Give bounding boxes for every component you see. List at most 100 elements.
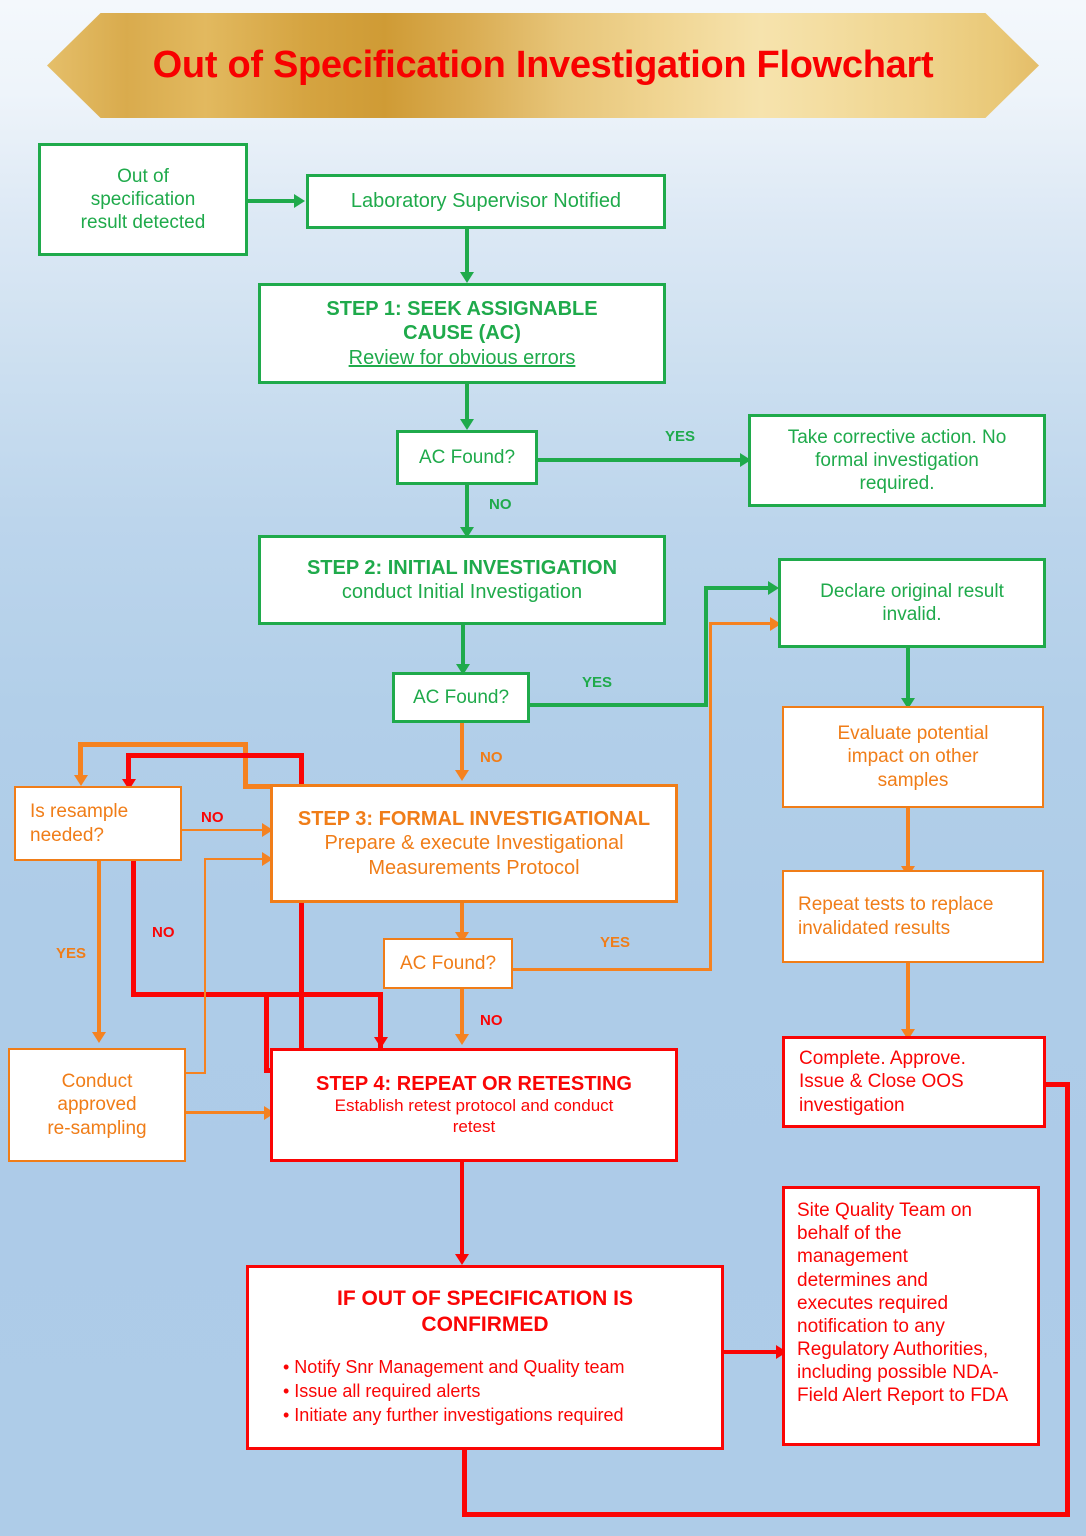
edge-label-no-step2: NO — [480, 749, 503, 766]
connector-start-to-supervisor — [248, 199, 296, 203]
arrowhead-step3-loop-to-resample — [74, 775, 88, 786]
connector-confirmed-bottom-v — [462, 1450, 467, 1517]
arrowhead-supervisor-to-step1 — [460, 272, 474, 283]
arrowhead-step4-to-confirmed — [455, 1254, 469, 1265]
connector-step4-loop-h-top — [126, 753, 304, 758]
connector-resample-no-v — [131, 861, 136, 997]
connector-supervisor-to-step1 — [465, 228, 469, 274]
node-repeat-tests[interactable]: Repeat tests to replace invalidated resu… — [782, 870, 1044, 963]
connector-acfound3-no — [460, 989, 464, 1037]
connector-resample-to-step3-upper — [182, 829, 268, 831]
connector-resampling-to-step3-v — [204, 858, 206, 1074]
oos-bullet-2: • Issue all required alerts — [283, 1381, 481, 1402]
node-evaluate-impact-line3: samples — [877, 769, 949, 791]
node-corrective-action-line1: Take corrective action. No — [787, 426, 1007, 448]
node-is-resample-line2: needed? — [30, 824, 104, 846]
node-conduct-resampling[interactable]: Conduct approved re-sampling — [8, 1048, 186, 1162]
node-start[interactable]: Out of specification result detected — [38, 143, 248, 256]
node-evaluate-impact-line1: Evaluate potential — [837, 723, 989, 745]
node-step3-title: STEP 3: FORMAL INVESTIGATIONAL — [297, 807, 651, 830]
node-oos-confirmed[interactable]: IF OUT OF SPECIFICATION IS CONFIRMED • N… — [246, 1265, 724, 1450]
node-repeat-tests-line2: invalidated results — [798, 917, 951, 939]
arrowhead-start-to-supervisor — [294, 194, 305, 208]
connector-acfound3-yes-h2 — [709, 622, 772, 625]
node-step1-subtitle: Review for obvious errors — [348, 346, 576, 369]
node-step2-title: STEP 2: INITIAL INVESTIGATION — [306, 556, 618, 579]
oos-bullet-3: • Initiate any further investigations re… — [283, 1405, 624, 1426]
node-site-quality-team[interactable]: Site Quality Team on behalf of the manag… — [782, 1186, 1040, 1446]
connector-acfound1-yes — [538, 458, 742, 462]
page-title: Out of Specification Investigation Flowc… — [152, 44, 934, 86]
connector-acfound3-yes-v — [709, 622, 712, 971]
flowchart-canvas: Out of Specification Investigation Flowc… — [0, 0, 1086, 1536]
sqt-line-8: including possible NDA- — [797, 1362, 999, 1384]
sqt-line-7: Regulatory Authorities, — [797, 1339, 989, 1361]
node-step2[interactable]: STEP 2: INITIAL INVESTIGATION conduct In… — [258, 535, 666, 625]
edge-label-yes-step2: YES — [582, 674, 613, 691]
node-repeat-tests-line1: Repeat tests to replace — [798, 894, 994, 916]
arrowhead-resample-no-to-step4 — [374, 1037, 388, 1048]
node-declare-invalid[interactable]: Declare original result invalid. — [778, 558, 1046, 648]
connector-acfound3-yes-h — [509, 968, 712, 971]
arrowhead-acfound2-no — [455, 770, 469, 781]
connector-acfound2-yes-h — [528, 703, 708, 707]
connector-confirmed-bottom-h — [462, 1512, 1070, 1517]
connector-repeat-to-complete — [906, 963, 910, 1033]
connector-step4-loop-v-left — [126, 753, 131, 782]
node-ac-found-2[interactable]: AC Found? — [392, 672, 530, 723]
arrowhead-acfound3-no — [455, 1034, 469, 1045]
edge-label-yes-step1: YES — [665, 428, 696, 445]
connector-resample-no-h — [131, 992, 383, 997]
node-evaluate-impact-line2: impact on other — [847, 746, 979, 768]
connector-declare-to-evaluate — [906, 648, 910, 700]
connector-step3-loop-v-right — [243, 742, 248, 789]
connector-acfound2-no — [460, 723, 464, 774]
connector-step1-to-acfound1 — [465, 384, 469, 420]
edge-label-no-resample-bottom: NO — [152, 924, 175, 941]
connector-step4-to-confirmed — [460, 1162, 464, 1258]
sqt-line-3: management — [797, 1246, 908, 1268]
node-complete-approve-line1: Complete. Approve. — [799, 1048, 966, 1070]
node-step4[interactable]: STEP 4: REPEAT OR RETESTING Establish re… — [270, 1048, 678, 1162]
node-step1-title-line1: STEP 1: SEEK ASSIGNABLE — [326, 297, 598, 320]
node-is-resample-line1: Is resample — [30, 801, 129, 823]
connector-resampling-to-step3-h — [204, 858, 268, 860]
node-ac-found-1-label: AC Found? — [418, 446, 516, 468]
node-oos-confirmed-title-line2: CONFIRMED — [421, 1312, 549, 1336]
node-ac-found-1[interactable]: AC Found? — [396, 430, 538, 485]
sqt-line-1: Site Quality Team on — [797, 1200, 972, 1221]
connector-step3-loop-v-left — [78, 742, 83, 778]
node-complete-approve-line3: investigation — [799, 1094, 905, 1116]
node-step3[interactable]: STEP 3: FORMAL INVESTIGATIONAL Prepare &… — [270, 784, 678, 903]
node-lab-supervisor[interactable]: Laboratory Supervisor Notified — [306, 174, 666, 229]
node-is-resample-needed[interactable]: Is resample needed? — [14, 786, 182, 861]
node-declare-invalid-line2: invalid. — [882, 604, 942, 625]
node-conduct-resampling-line2: approved — [57, 1094, 137, 1116]
connector-resampling-to-step4 — [186, 1111, 268, 1114]
title-banner: Out of Specification Investigation Flowc… — [47, 13, 1039, 118]
node-declare-invalid-line1: Declare original result — [820, 580, 1004, 602]
connector-acfound1-no — [465, 485, 469, 528]
node-ac-found-3[interactable]: AC Found? — [383, 938, 513, 989]
node-corrective-action[interactable]: Take corrective action. No formal invest… — [748, 414, 1046, 507]
edge-label-yes-step3: YES — [600, 934, 631, 951]
node-conduct-resampling-line3: re-sampling — [47, 1117, 147, 1139]
connector-acfound2-yes-v — [704, 586, 708, 707]
sqt-line-2: behalf of the — [797, 1223, 902, 1245]
node-complete-approve[interactable]: Complete. Approve. Issue & Close OOS inv… — [782, 1036, 1046, 1128]
node-ac-found-3-label: AC Found? — [399, 952, 497, 974]
node-evaluate-impact[interactable]: Evaluate potential impact on other sampl… — [782, 706, 1044, 808]
node-step1-title-line2: CAUSE (AC) — [403, 322, 521, 345]
connector-confirmed-to-sqt — [724, 1350, 780, 1354]
oos-bullet-1: • Notify Snr Management and Quality team — [283, 1357, 625, 1378]
connector-resample-yes-v — [97, 861, 101, 1036]
node-start-line3: result detected — [80, 212, 206, 234]
node-start-line1: Out of — [117, 165, 169, 187]
node-step1[interactable]: STEP 1: SEEK ASSIGNABLE CAUSE (AC) Revie… — [258, 283, 666, 384]
edge-label-no-step3: NO — [480, 1012, 503, 1029]
node-conduct-resampling-line1: Conduct — [61, 1071, 133, 1093]
node-step2-subtitle: conduct Initial Investigation — [341, 581, 583, 603]
node-oos-confirmed-title-line1: IF OUT OF SPECIFICATION IS — [337, 1287, 633, 1310]
arrowhead-resample-yes — [92, 1032, 106, 1043]
connector-step2-to-acfound2 — [461, 625, 465, 667]
